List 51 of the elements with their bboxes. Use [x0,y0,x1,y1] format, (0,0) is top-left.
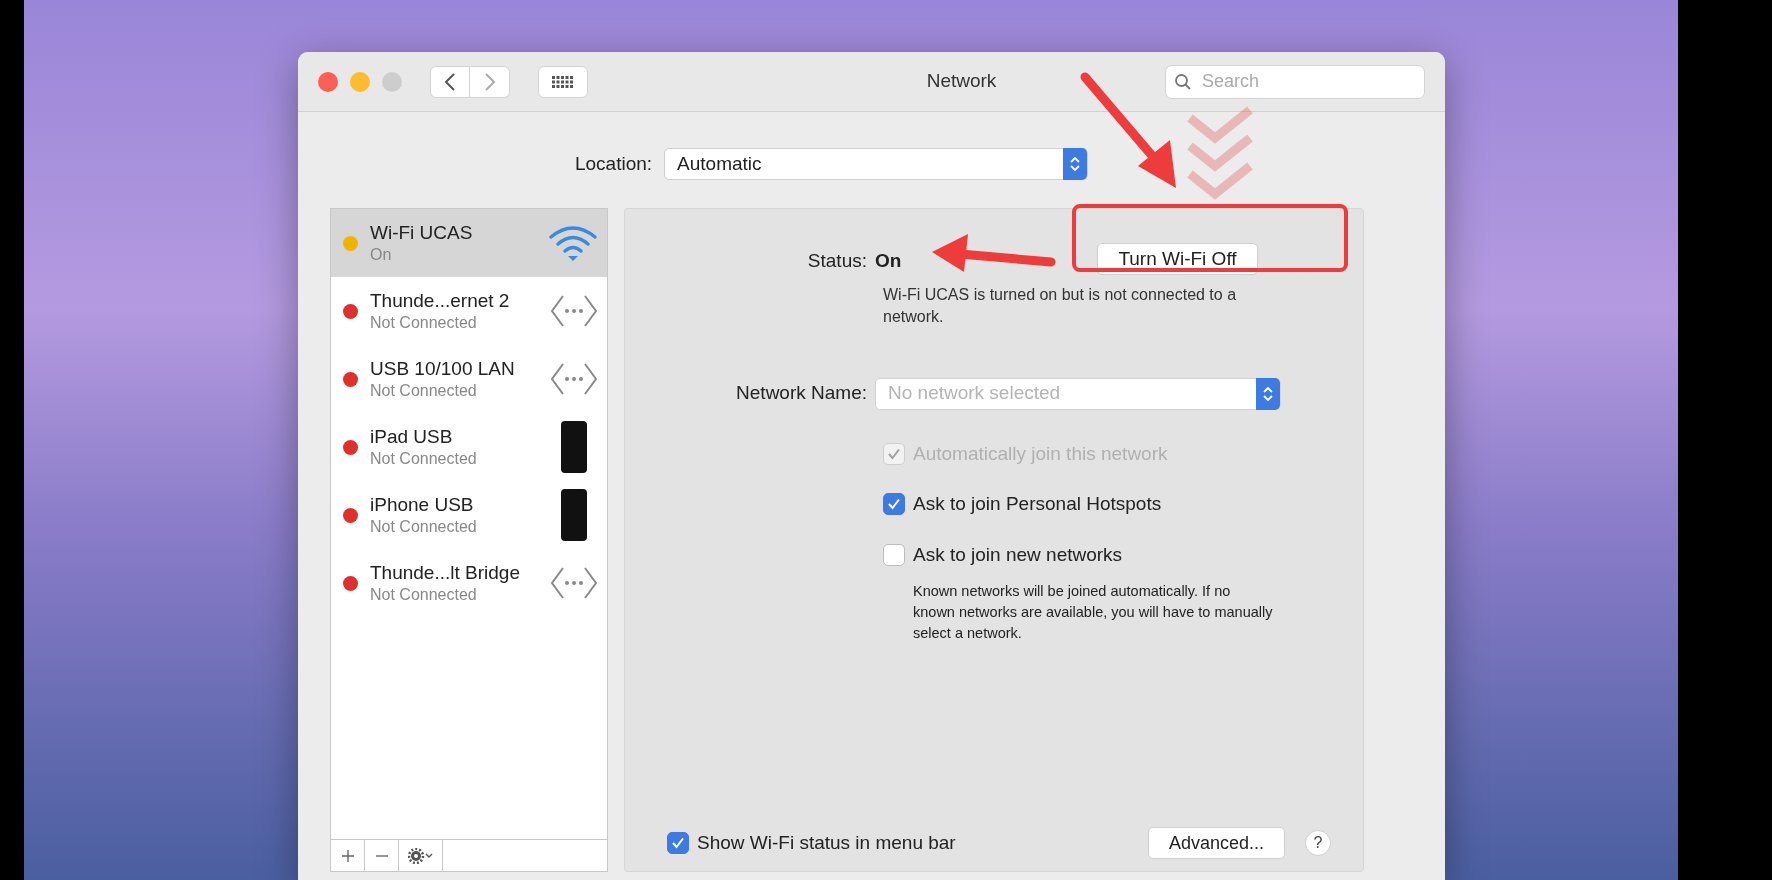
chevron-left-icon [444,72,456,91]
service-status: Not Connected [370,312,478,333]
location-label: Location: [574,151,653,176]
service-status: On [370,244,393,265]
service-status: Not Connected [370,448,478,469]
wifi-icon [547,223,599,263]
service-status: Not Connected [370,380,478,401]
search-field[interactable]: Search [1165,64,1425,99]
status-value: On [875,249,902,273]
checkbox[interactable] [667,832,689,854]
window-title: Network [926,69,997,94]
option-label: Ask to join new networks [913,542,1123,567]
ethernet-icon [549,361,599,397]
help-button[interactable]: ? [1305,830,1331,856]
service-name: Thunde...lt Bridge [370,561,521,585]
auto-join-note: Known networks will be joined automatically. If no known networks are available, you will have to manually select a network. [913,582,1273,643]
service-name: Wi-Fi UCAS [370,221,474,245]
ethernet-icon [549,293,599,329]
checkbox[interactable] [883,543,905,566]
chevron-right-icon [483,72,496,91]
status-label: Status: [806,249,868,273]
search-icon [1174,72,1192,91]
checkbox[interactable] [883,493,905,516]
service-name: USB 10/100 LAN [370,357,516,381]
stepper-icon [1063,148,1088,180]
phone-icon [561,421,587,473]
minus-icon [374,854,389,857]
service-item[interactable]: Wi-Fi UCAS On [331,209,607,277]
option-label: Ask to join Personal Hotspots [913,492,1162,516]
checkmark-icon [671,836,685,850]
service-name: iPhone USB [370,493,475,517]
checkmark-icon [887,497,901,512]
service-status: Not Connected [370,516,478,537]
service-name: Thunde...ernet 2 [370,289,511,313]
stepper-icon [1256,377,1280,410]
service-name: iPad USB [370,425,454,449]
service-status: Not Connected [370,584,478,605]
back-button[interactable] [430,65,470,98]
gear-icon [407,847,434,864]
show-wifi-status-label: Show Wi-Fi status in menu bar [697,830,956,855]
checkmark-icon [887,446,901,461]
network-name-label: Network Name: [735,381,868,406]
show-all-button[interactable] [538,65,588,98]
status-description: Wi-Fi UCAS is turned on but is not connected to a network. [883,284,1238,327]
location-dropdown[interactable]: Automatic [664,148,1089,180]
advanced-button[interactable]: Advanced... [1147,827,1285,859]
grid-icon [552,75,574,88]
phone-icon [561,489,587,541]
ethernet-icon [549,565,599,601]
plus-icon [340,848,355,863]
close-button[interactable] [318,71,338,92]
